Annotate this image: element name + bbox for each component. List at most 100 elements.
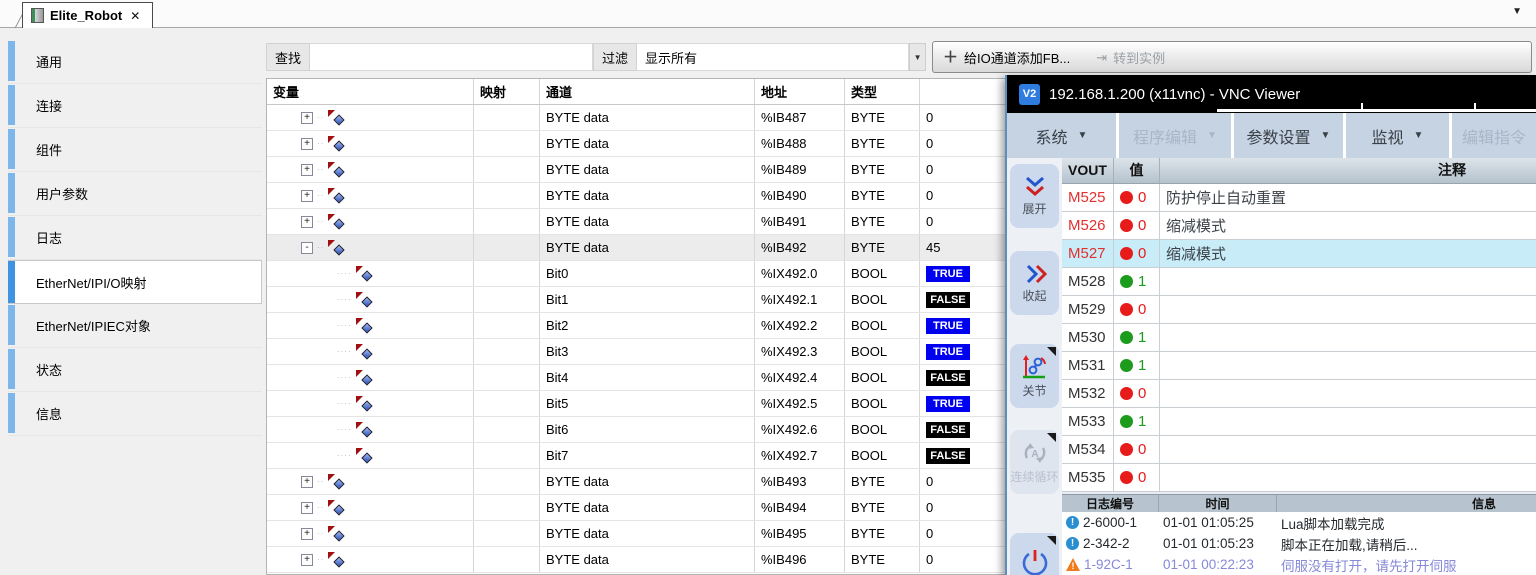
input-channel-icon: [356, 318, 373, 333]
bool-value-badge: TRUE: [926, 344, 970, 360]
bool-value-badge: TRUE: [926, 266, 970, 282]
vnc-title-bar[interactable]: V2 192.168.1.200 (x11vnc) - VNC Viewer: [1007, 75, 1536, 113]
col-type[interactable]: 类型: [845, 79, 920, 104]
input-channel-icon: [328, 526, 345, 541]
vout-row[interactable]: M529 0: [1062, 296, 1536, 324]
sidebar-item-information[interactable]: 信息: [8, 392, 262, 436]
state-dot: [1120, 219, 1133, 232]
settings-sidebar: 通用 连接 组件 用户参数 日志 EtherNet/IPI/O映射 EtherN…: [8, 40, 262, 436]
tab-overflow-icon[interactable]: ▼: [1512, 6, 1522, 17]
goto-instance-button[interactable]: ⇥ 转到实例: [1096, 48, 1165, 67]
input-channel-icon: [328, 552, 345, 567]
collapse-right-icon: [1022, 263, 1048, 285]
chevron-down-icon: ▼: [1321, 130, 1331, 141]
input-channel-icon: [328, 214, 345, 229]
vout-row[interactable]: M525 0 防护停止自动重置: [1062, 184, 1536, 212]
expand-toggle[interactable]: +: [301, 164, 313, 176]
vout-row[interactable]: M530 1: [1062, 324, 1536, 352]
menu-system[interactable]: 系统▼: [1007, 113, 1119, 158]
log-row[interactable]: !1-92C-1 01-01 00:22:23 伺服没有打开，请先打开伺服: [1062, 554, 1536, 575]
vout-row[interactable]: M534 0: [1062, 436, 1536, 464]
collapse-all-button[interactable]: 收起: [1010, 251, 1059, 315]
side-button-strip: 展开 收起: [1007, 158, 1062, 575]
log-row[interactable]: !2-6000-1 01-01 01:05:25 Lua脚本加载完成: [1062, 512, 1536, 533]
document-tabstrip: Elite_Robot ✕ ▼: [0, 0, 1536, 28]
col-address[interactable]: 地址: [755, 79, 845, 104]
sidebar-item-status[interactable]: 状态: [8, 348, 262, 392]
sidebar-item-user-params[interactable]: 用户参数: [8, 172, 262, 216]
vout-row-selected[interactable]: M527 0 缩减模式: [1062, 240, 1536, 268]
joint-robot-icon: [1021, 354, 1049, 380]
chevron-down-icon: ▼: [1078, 130, 1088, 141]
expand-all-button[interactable]: 展开: [1010, 164, 1059, 228]
state-dot: [1120, 303, 1133, 316]
bool-value-badge: FALSE: [926, 292, 970, 308]
filter-dropdown-icon[interactable]: ▼: [909, 43, 926, 71]
col-log-time: 时间: [1159, 495, 1277, 512]
expand-toggle[interactable]: +: [301, 502, 313, 514]
vout-row[interactable]: M535 0: [1062, 464, 1536, 492]
bool-value-badge: TRUE: [926, 318, 970, 334]
col-variable[interactable]: 变量: [267, 79, 474, 104]
input-channel-icon: [356, 266, 373, 281]
sidebar-item-ethernetip-iec-objects[interactable]: EtherNet/IPIEC对象: [8, 304, 262, 348]
expand-toggle[interactable]: +: [301, 138, 313, 150]
expand-toggle[interactable]: +: [301, 190, 313, 202]
input-channel-icon: [328, 188, 345, 203]
continuous-loop-button[interactable]: A 连续循环: [1010, 430, 1059, 494]
col-mapping[interactable]: 映射: [474, 79, 540, 104]
col-log-code: 日志编号: [1062, 495, 1159, 512]
input-channel-icon: [328, 500, 345, 515]
col-log-message: 信息: [1277, 495, 1536, 512]
joint-mode-button[interactable]: 关节: [1010, 344, 1059, 408]
menu-edit-instruction[interactable]: 编辑指令: [1452, 113, 1536, 158]
find-input[interactable]: [310, 43, 593, 71]
menu-program-edit[interactable]: 程序编辑▼: [1119, 113, 1234, 158]
info-icon: !: [1066, 516, 1079, 529]
input-channel-icon: [328, 474, 345, 489]
filter-select[interactable]: 显示所有: [637, 43, 909, 71]
chevron-down-icon: ▼: [1414, 130, 1424, 141]
pendant-menu-bar: 系统▼ 程序编辑▼ 参数设置▼ 监视▼ 编辑指令: [1007, 113, 1536, 158]
vout-row[interactable]: M531 1: [1062, 352, 1536, 380]
tab-elite-robot[interactable]: Elite_Robot ✕: [22, 2, 153, 28]
col-channel[interactable]: 通道: [540, 79, 755, 104]
tab-close-icon[interactable]: ✕: [130, 9, 140, 23]
col-value: 值: [1114, 158, 1160, 183]
corner-menu-indicator: [1047, 433, 1056, 442]
vout-row[interactable]: M533 1: [1062, 408, 1536, 436]
bool-value-badge: FALSE: [926, 448, 970, 464]
goto-instance-icon: ⇥: [1096, 51, 1107, 64]
goto-instance-label: 转到实例: [1113, 48, 1165, 67]
menu-parameter-settings[interactable]: 参数设置▼: [1234, 113, 1346, 158]
servo-power-button[interactable]: [1010, 533, 1059, 575]
expand-toggle[interactable]: +: [301, 528, 313, 540]
expand-toggle[interactable]: +: [301, 554, 313, 566]
vnc-viewer-window: V2 192.168.1.200 (x11vnc) - VNC Viewer 系…: [1005, 75, 1536, 575]
sidebar-item-components[interactable]: 组件: [8, 128, 262, 172]
plus-icon: ＋: [943, 50, 958, 65]
add-fb-button[interactable]: ＋ 给IO通道添加FB...: [943, 48, 1070, 67]
input-channel-icon: [328, 240, 345, 255]
bool-value-badge: FALSE: [926, 422, 970, 438]
vout-row[interactable]: M526 0 缩减模式: [1062, 212, 1536, 240]
menu-monitor[interactable]: 监视▼: [1346, 113, 1452, 158]
application-window: Elite_Robot ✕ ▼ 通用 连接 组件 用户参数 日志 EtherNe…: [0, 0, 1536, 575]
sidebar-item-connection[interactable]: 连接: [8, 84, 262, 128]
log-row[interactable]: !2-342-2 01-01 01:05:23 脚本正在加载,请稍后...: [1062, 533, 1536, 554]
corner-menu-indicator: [1047, 347, 1056, 356]
vnc-window-title: 192.168.1.200 (x11vnc) - VNC Viewer: [1049, 86, 1300, 103]
collapse-toggle[interactable]: -: [301, 242, 313, 254]
remote-screen-edge-line: [1217, 109, 1536, 112]
sidebar-item-ethernetip-io-mapping[interactable]: EtherNet/IPI/O映射: [8, 260, 262, 304]
input-channel-icon: [328, 110, 345, 125]
sidebar-item-log[interactable]: 日志: [8, 216, 262, 260]
find-label: 查找: [266, 43, 310, 71]
vout-row[interactable]: M528 1: [1062, 268, 1536, 296]
pendant-tables: VOUT 值 注释 M525 0 防护停止自动重置 M526 0 缩减模式: [1062, 158, 1536, 575]
expand-toggle[interactable]: +: [301, 476, 313, 488]
sidebar-item-general[interactable]: 通用: [8, 40, 262, 84]
expand-toggle[interactable]: +: [301, 216, 313, 228]
vout-row[interactable]: M532 0: [1062, 380, 1536, 408]
expand-toggle[interactable]: +: [301, 112, 313, 124]
